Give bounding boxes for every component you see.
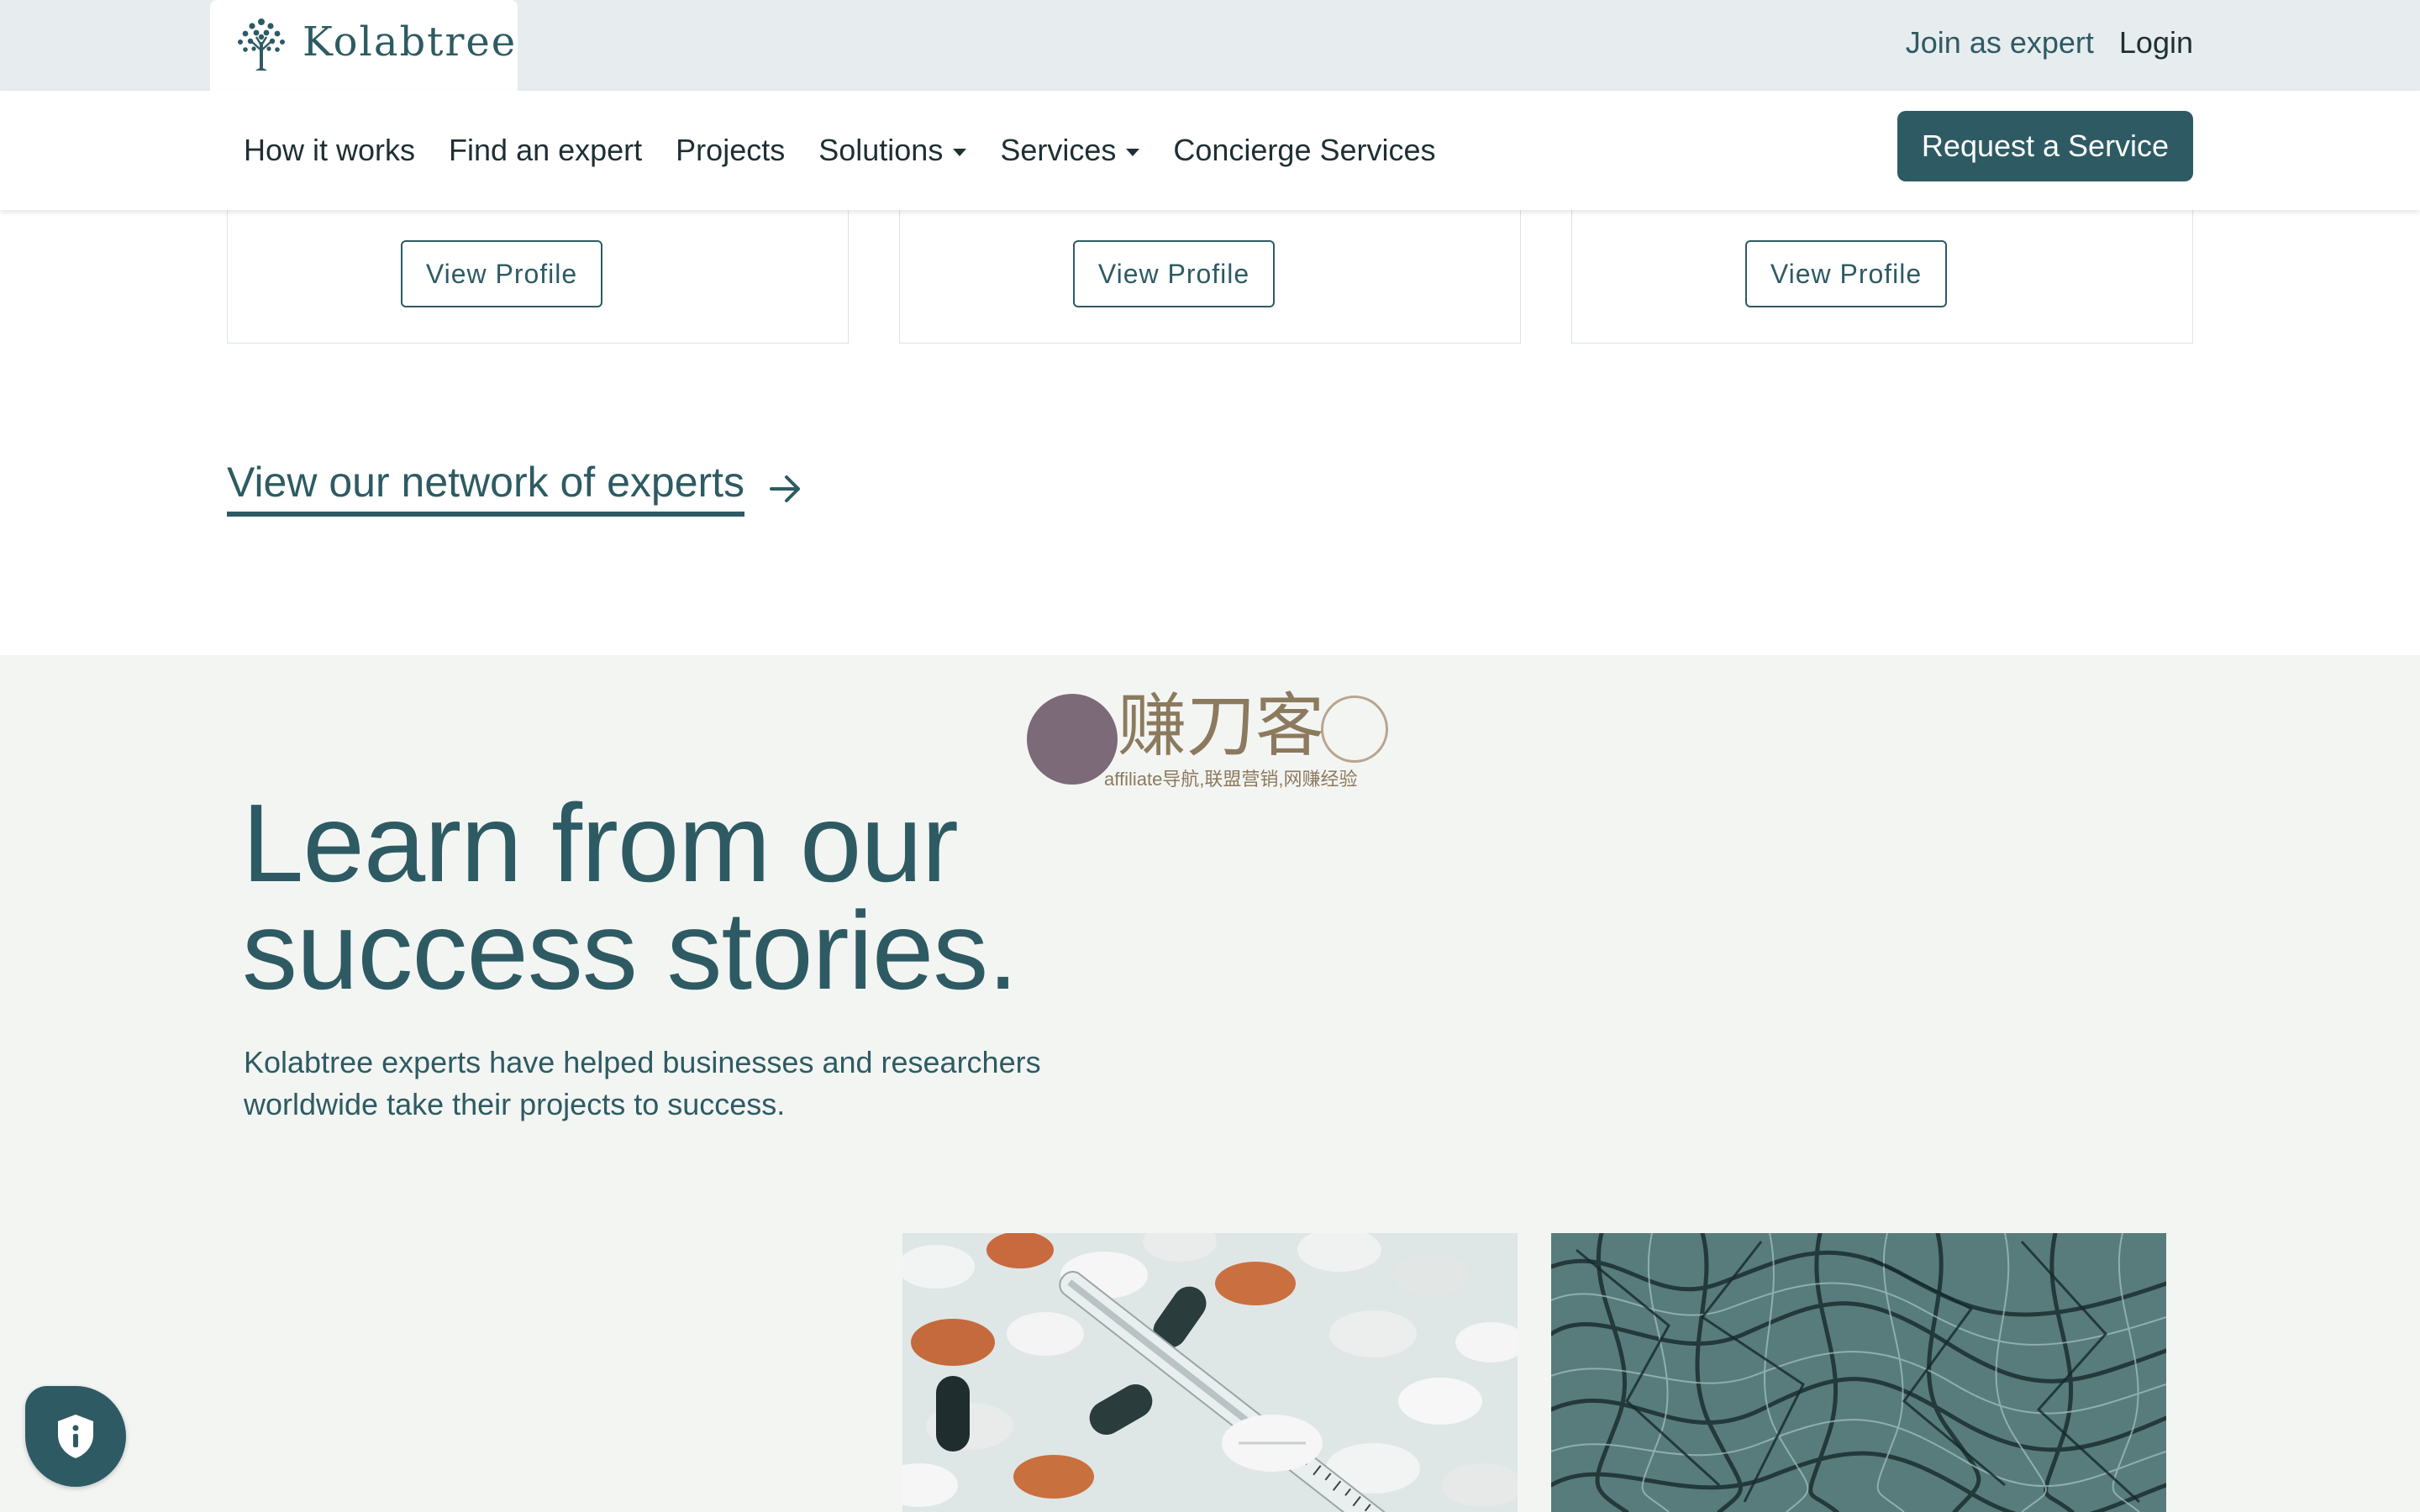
view-network-link[interactable]: View our network of experts xyxy=(227,458,803,517)
caret-down-icon xyxy=(1126,148,1140,156)
nav-item-label: Find an expert xyxy=(449,133,643,167)
view-profile-button[interactable]: View Profile xyxy=(401,240,602,307)
top-bar: Kolabtree Join as expert Login xyxy=(0,0,2420,91)
watermark-logo: 赚刀客 affiliate导航,联盟营销,网赚经验 xyxy=(1027,686,1388,790)
view-profile-button[interactable]: View Profile xyxy=(1745,240,1947,307)
logo-text: Kolabtree xyxy=(302,18,518,66)
watermark-coin-icon xyxy=(1321,696,1388,763)
watermark-title: 赚刀客 xyxy=(1118,686,1325,766)
logo[interactable]: Kolabtree xyxy=(210,0,518,91)
story-image-pills[interactable] xyxy=(902,1233,1518,1512)
tree-icon xyxy=(238,18,285,71)
request-service-button[interactable]: Request a Service xyxy=(1897,111,2193,181)
nav-item-services[interactable]: Services xyxy=(1000,133,1140,168)
main-nav: How it works Find an expert Projects Sol… xyxy=(0,91,2420,210)
nav-item-find-an-expert[interactable]: Find an expert xyxy=(449,133,642,168)
view-network-label: View our network of experts xyxy=(227,458,745,517)
nav-item-label: Services xyxy=(1000,133,1117,167)
caret-down-icon xyxy=(953,148,967,156)
nav-item-how-it-works[interactable]: How it works xyxy=(244,133,415,168)
pills-image xyxy=(902,1233,1518,1512)
shield-info-icon xyxy=(58,1415,93,1458)
join-as-expert-link[interactable]: Join as expert xyxy=(1906,25,2094,60)
success-stories-section: 赚刀客 affiliate导航,联盟营销,网赚经验 Learn from our… xyxy=(0,655,2420,1512)
stories-heading-line: success stories. xyxy=(242,889,1018,1012)
top-links: Join as expert Login xyxy=(1906,25,2193,60)
privacy-settings-button[interactable] xyxy=(25,1386,126,1487)
nav-item-label: Solutions xyxy=(818,133,944,167)
stories-description: Kolabtree experts have helped businesses… xyxy=(244,1045,1041,1121)
nav-item-solutions[interactable]: Solutions xyxy=(818,133,967,168)
view-profile-button[interactable]: View Profile xyxy=(1073,240,1275,307)
arrow-right-icon xyxy=(770,475,801,502)
nav-item-label: How it works xyxy=(244,133,416,167)
nav-item-concierge-services[interactable]: Concierge Services xyxy=(1173,133,1435,168)
stories-heading: Learn from our success stories. xyxy=(242,788,1018,1006)
story-image-network[interactable] xyxy=(1551,1233,2166,1512)
nav-item-projects[interactable]: Projects xyxy=(676,133,785,168)
stories-heading-line: Learn from our xyxy=(242,781,959,905)
nav-items: How it works Find an expert Projects Sol… xyxy=(244,133,1436,168)
nav-item-label: Projects xyxy=(676,133,786,167)
nav-item-label: Concierge Services xyxy=(1173,133,1436,167)
network-texture-image xyxy=(1551,1233,2166,1512)
login-link[interactable]: Login xyxy=(2119,25,2193,60)
watermark-subtitle: affiliate导航,联盟营销,网赚经验 xyxy=(1104,769,1358,790)
